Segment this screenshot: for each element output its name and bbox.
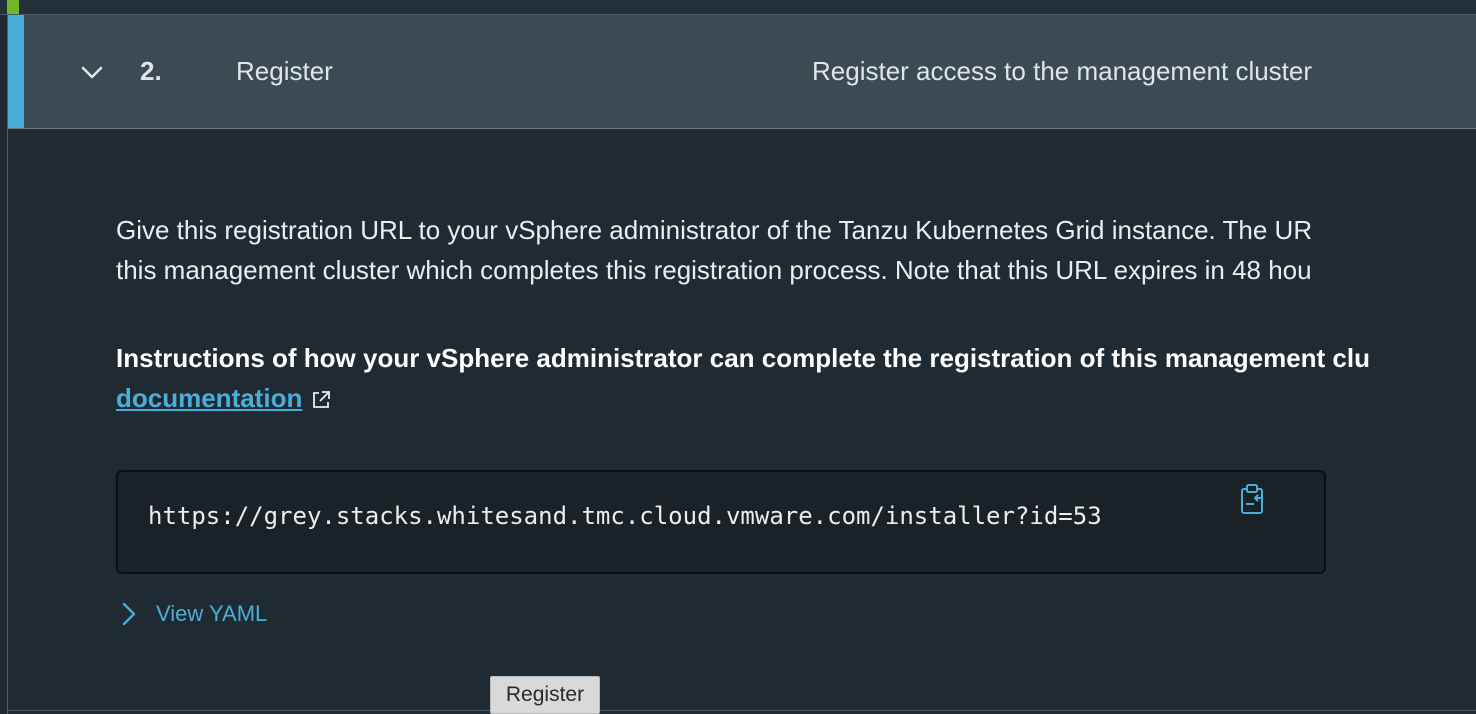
- view-yaml-label: View YAML: [156, 601, 268, 626]
- registration-url-box: https://grey.stacks.whitesand.tmc.cloud.…: [116, 470, 1326, 574]
- step-description: Register access to the management cluste…: [812, 56, 1313, 86]
- instructions-line-2: documentation: [116, 378, 1476, 418]
- register-step-page: 2. Register Register access to the manag…: [0, 0, 1476, 714]
- view-yaml-toggle[interactable]: View YAML: [118, 598, 267, 630]
- intro-paragraph-line-2: this management cluster which completes …: [116, 255, 1312, 285]
- chevron-down-icon[interactable]: [80, 60, 104, 84]
- instructions-line-1: Instructions of how your vSphere adminis…: [116, 343, 1370, 373]
- step-bottom-border: [7, 710, 1476, 711]
- step-content: Give this registration URL to your vSphe…: [116, 210, 1476, 418]
- chevron-right-icon[interactable]: [118, 601, 138, 627]
- previous-step-complete-indicator: [7, 0, 19, 14]
- previous-step-strip: [0, 0, 1476, 15]
- intro-paragraph-line-1: Give this registration URL to your vSphe…: [116, 215, 1313, 245]
- step-title: Register: [236, 56, 333, 86]
- step-header-register[interactable]: 2. Register Register access to the manag…: [8, 15, 1476, 129]
- active-step-indicator: [8, 15, 24, 128]
- step-number: 2.: [140, 56, 162, 86]
- documentation-link[interactable]: documentation: [116, 383, 302, 413]
- registration-url[interactable]: https://grey.stacks.whitesand.tmc.cloud.…: [148, 502, 1102, 530]
- copy-to-clipboard-icon[interactable]: [1236, 482, 1270, 516]
- external-link-icon[interactable]: [310, 389, 332, 411]
- register-tooltip: Register: [490, 676, 600, 714]
